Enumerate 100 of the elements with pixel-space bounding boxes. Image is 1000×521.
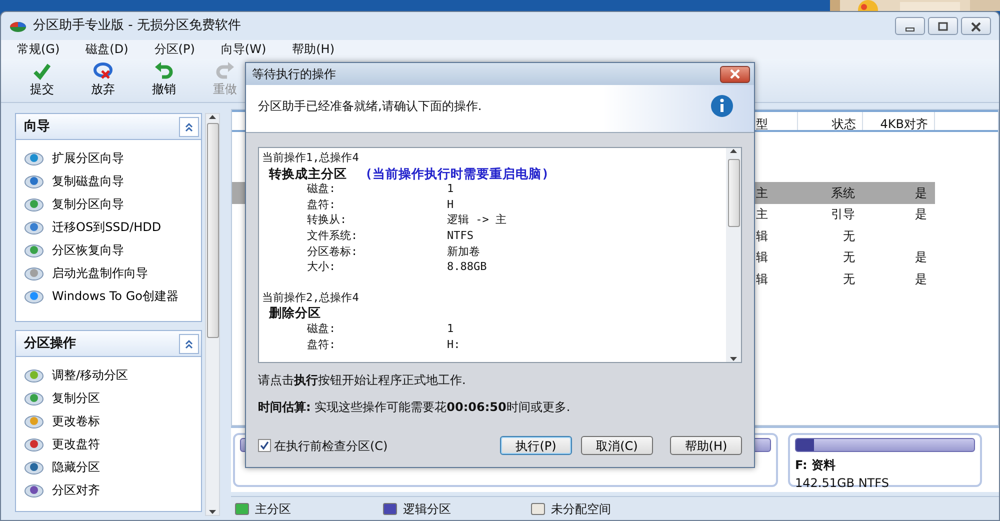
- sidebar-item[interactable]: 更改卷标: [24, 409, 100, 432]
- dialog-title: 等待执行的操作: [252, 66, 336, 83]
- menu-item[interactable]: 分区(P): [154, 40, 195, 59]
- sidebar-item[interactable]: 复制磁盘向导: [24, 169, 124, 192]
- sidebar-item[interactable]: 隐藏分区: [24, 455, 100, 478]
- table-cell-text: 主: [756, 206, 768, 224]
- field-label: 磁盘:: [307, 181, 337, 197]
- scroll-thumb[interactable]: [206, 123, 218, 338]
- operation-title: 删除分区: [269, 305, 321, 320]
- panel-title: 分区操作: [24, 334, 76, 353]
- panel-title: 向导: [24, 118, 50, 136]
- field-value: 逻辑 -> 主: [447, 212, 506, 228]
- menu-item[interactable]: 磁盘(D): [86, 40, 128, 59]
- toolbar-button[interactable]: 放弃: [80, 59, 126, 102]
- column-header[interactable]: 状态: [798, 112, 863, 130]
- sidebar-item[interactable]: 迁移OS到SSD/HDD: [24, 215, 162, 238]
- estimate-text: 时间估算: 实现这些操作可能需要花00:06:50时间或更多.: [257, 399, 572, 416]
- menu-item[interactable]: 帮助(H): [292, 40, 335, 59]
- field-value: H:: [447, 336, 460, 352]
- legend-label: 逻辑分区: [403, 500, 451, 518]
- operation-header: 当前操作2,总操作4: [262, 290, 360, 306]
- minimize-button[interactable]: [895, 17, 925, 35]
- scrollbar[interactable]: [726, 148, 741, 362]
- close-button[interactable]: [720, 66, 750, 82]
- instruction-text: 请点击执行按钮开始让程序正式地工作.: [257, 372, 467, 389]
- sidebar-item[interactable]: 分区对齐: [24, 478, 100, 501]
- toolbar-button[interactable]: 撤销: [141, 59, 187, 102]
- table-cell-text: 主: [756, 184, 768, 202]
- scroll-thumb[interactable]: [728, 159, 740, 227]
- chevron-icon: [184, 338, 194, 348]
- partition-card[interactable]: F: 资料 142.51GB NTFS: [788, 433, 982, 487]
- scroll-down-icon[interactable]: [209, 510, 216, 515]
- maximize-icon: [938, 22, 948, 32]
- dialog-message: 分区助手已经准备就绪,请确认下面的操作.: [258, 98, 482, 114]
- sidebar-item[interactable]: 启动光盘制作向导: [24, 261, 148, 284]
- window-title: 分区助手专业版 - 无损分区免费软件: [33, 17, 241, 36]
- table-cell-text: 是: [915, 249, 927, 266]
- sidebar-item[interactable]: 分区恢复向导: [24, 238, 124, 261]
- info-icon: [710, 94, 734, 118]
- dialog-button[interactable]: 帮助(H): [670, 436, 742, 455]
- menu-item[interactable]: 常规(G): [17, 40, 60, 59]
- partition-name: F: 资料: [795, 457, 837, 474]
- field-value: 1: [447, 181, 454, 197]
- operation-header: 当前操作1,总操作4: [262, 150, 360, 166]
- close-button[interactable]: [961, 17, 991, 35]
- sidebar-item[interactable]: 复制分区: [24, 386, 100, 409]
- field-value: 8.88GB: [447, 259, 487, 275]
- dialog-button[interactable]: 执行(P): [500, 436, 572, 455]
- check-icon: [32, 61, 52, 80]
- table-cell-text: 辑: [756, 270, 768, 288]
- field-label: 分区卷标:: [307, 244, 359, 260]
- sidebar-item[interactable]: 调整/移动分区: [24, 363, 128, 386]
- cancel-icon: [93, 61, 113, 80]
- table-cell-text: 引导: [831, 206, 855, 224]
- column-header[interactable]: 4KB对齐: [863, 112, 935, 130]
- table-cell-text: 是: [915, 206, 927, 224]
- sidebar-item[interactable]: 更改盘符: [24, 432, 100, 455]
- sidebar-item[interactable]: 复制分区向导: [24, 192, 124, 215]
- collapse-button[interactable]: [179, 334, 199, 354]
- field-value: 新加卷: [447, 244, 480, 260]
- table-cell-text: 是: [915, 270, 927, 288]
- table-cell-text: 辑: [756, 249, 768, 266]
- field-label: 大小:: [307, 259, 337, 275]
- legend-label: 主分区: [255, 500, 291, 518]
- toolbar-button[interactable]: 提交: [19, 59, 65, 102]
- table-cell-text: 辑: [756, 228, 768, 245]
- table-cell-text: 是: [915, 184, 927, 202]
- redo-icon: [215, 61, 235, 80]
- field-label: 盘符:: [307, 336, 337, 352]
- checkbox[interactable]: [258, 439, 271, 452]
- maximize-button[interactable]: [928, 17, 958, 35]
- dialog-button[interactable]: 取消(C): [581, 436, 653, 455]
- scroll-down-icon[interactable]: [730, 357, 737, 362]
- field-value: NTFS: [447, 228, 474, 244]
- field-label: 文件系统:: [307, 228, 359, 244]
- field-value: 1: [447, 320, 454, 337]
- field-value: H: [447, 196, 454, 212]
- sidebar-item[interactable]: Windows To Go创建器: [24, 284, 178, 307]
- scroll-up-icon[interactable]: [730, 148, 737, 153]
- scrollbar[interactable]: [205, 113, 220, 516]
- minimize-icon: [906, 28, 914, 32]
- chevron-icon: [184, 122, 194, 132]
- scroll-up-icon[interactable]: [209, 114, 216, 119]
- operation-title: 转换成主分区: [269, 166, 347, 181]
- table-cell-text: 系统: [831, 184, 855, 202]
- close-icon: [729, 69, 741, 79]
- table-cell-text: 无: [843, 249, 855, 266]
- restart-note: (当前操作执行时需要重启电脑): [365, 166, 550, 181]
- field-label: 转换从:: [307, 212, 348, 228]
- undo-icon: [154, 61, 174, 80]
- close-icon: [971, 22, 981, 32]
- legend-label: 未分配空间: [551, 500, 611, 518]
- checkbox-label: 在执行前检查分区(C): [274, 438, 388, 454]
- table-cell-text: 无: [843, 228, 855, 245]
- app-logo-icon: [9, 19, 27, 33]
- menu-item[interactable]: 向导(W): [220, 40, 266, 59]
- collapse-button[interactable]: [179, 116, 199, 136]
- field-label: 盘符:: [307, 196, 337, 212]
- sidebar-item[interactable]: 扩展分区向导: [24, 146, 124, 169]
- field-label: 磁盘:: [307, 320, 337, 337]
